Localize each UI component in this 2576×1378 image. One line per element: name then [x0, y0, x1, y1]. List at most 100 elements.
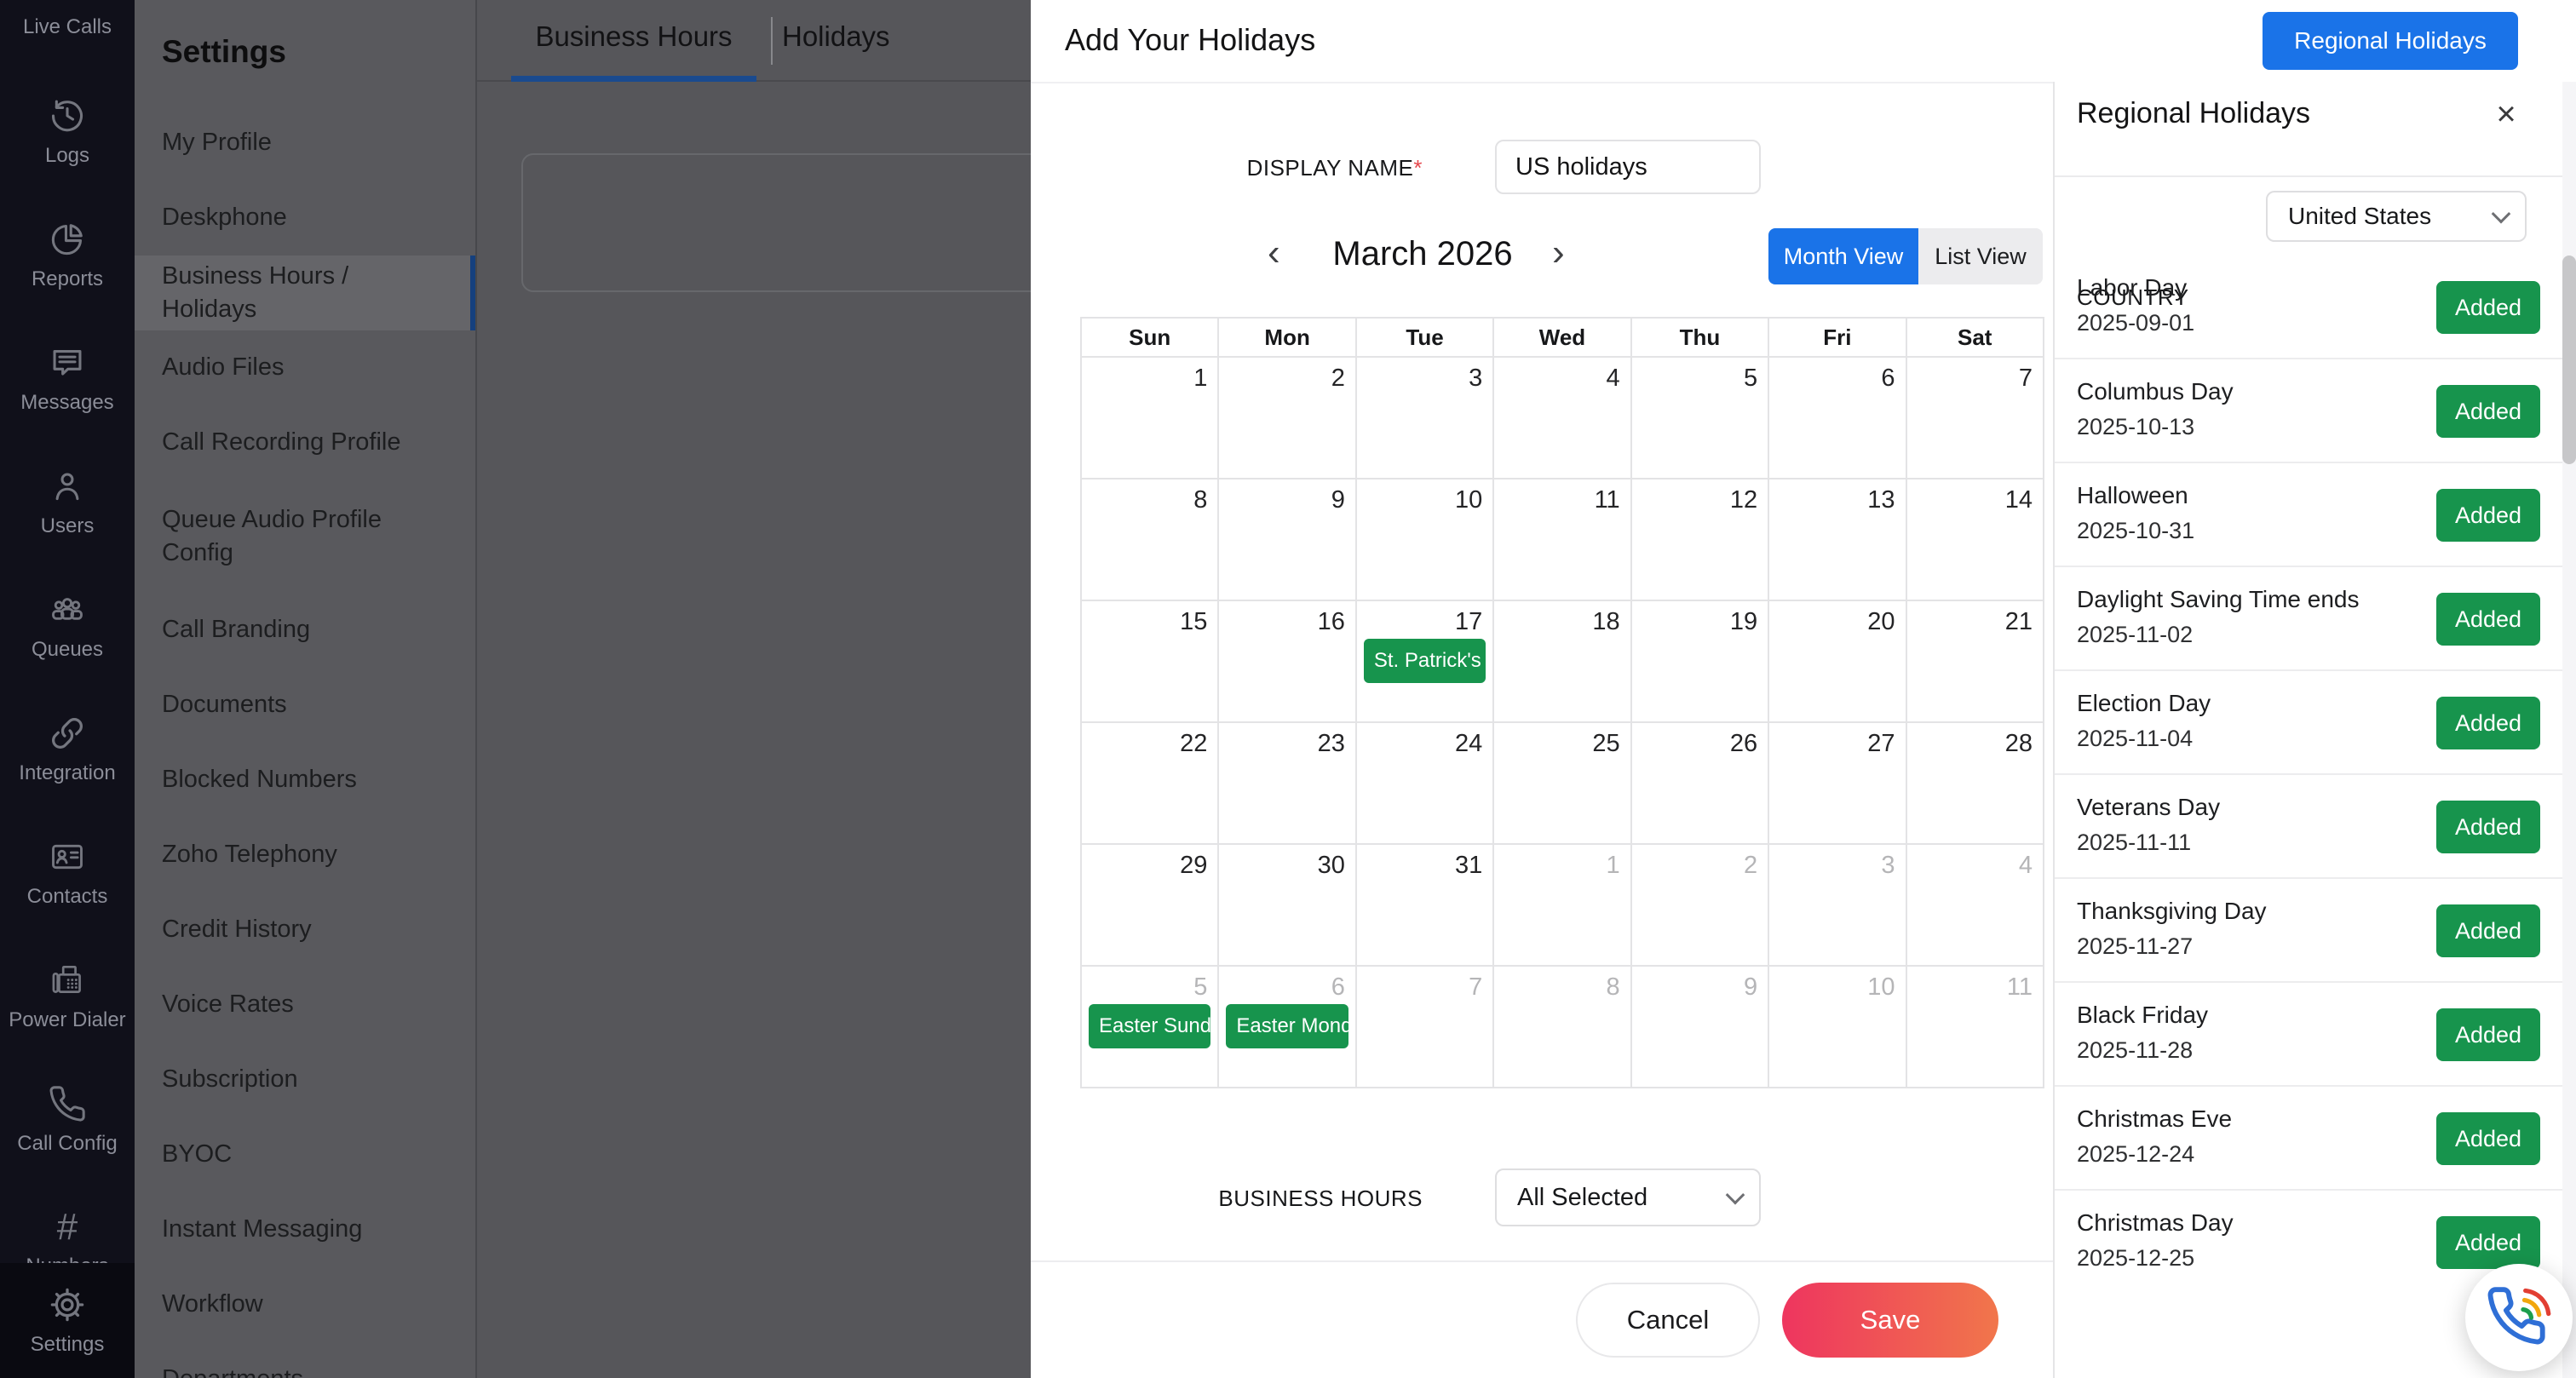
- panel-scrollbar-thumb[interactable]: [2562, 256, 2576, 464]
- added-button[interactable]: Added: [2436, 697, 2540, 749]
- added-button[interactable]: Added: [2436, 1008, 2540, 1061]
- settings-menu-item-call-recording-profile[interactable]: Call Recording Profile: [135, 405, 477, 480]
- settings-menu-item-instant-messaging[interactable]: Instant Messaging: [135, 1192, 477, 1267]
- calendar-cell[interactable]: 1: [1082, 358, 1219, 479]
- sidebar-item-live-calls[interactable]: Live Calls: [0, 7, 135, 48]
- calendar-cell[interactable]: 25: [1494, 723, 1631, 845]
- calendar-cell[interactable]: 10: [1357, 479, 1494, 601]
- settings-menu-item-blocked-numbers[interactable]: Blocked Numbers: [135, 743, 477, 818]
- sidebar-item-users[interactable]: Users: [0, 440, 135, 564]
- added-button[interactable]: Added: [2436, 801, 2540, 853]
- calendar-cell[interactable]: 5: [1632, 358, 1769, 479]
- added-button[interactable]: Added: [2436, 489, 2540, 542]
- holiday-list: Labor Day2025-09-01AddedColumbus Day2025…: [2055, 256, 2576, 1274]
- settings-menu-item-business-hours-holidays[interactable]: Business Hours / Holidays: [135, 256, 477, 330]
- settings-menu-item-voice-rates[interactable]: Voice Rates: [135, 967, 477, 1042]
- calendar-cell[interactable]: 18: [1494, 601, 1631, 723]
- calendar-cell[interactable]: 28: [1907, 723, 2044, 845]
- sidebar-item-settings[interactable]: Settings: [0, 1263, 135, 1378]
- list-view-button[interactable]: List View: [1918, 228, 2043, 284]
- calendar-cell[interactable]: 11: [1494, 479, 1631, 601]
- calendar-cell[interactable]: 3: [1357, 358, 1494, 479]
- calendar-cell[interactable]: 27: [1769, 723, 1906, 845]
- settings-menu-item-credit-history[interactable]: Credit History: [135, 893, 477, 967]
- calendar-cell[interactable]: 7: [1357, 967, 1494, 1088]
- holiday-badge[interactable]: Easter Monday: [1226, 1004, 1348, 1048]
- holiday-badge[interactable]: St. Patrick's: [1364, 639, 1486, 683]
- calendar-cell[interactable]: 26: [1632, 723, 1769, 845]
- cancel-button[interactable]: Cancel: [1576, 1283, 1760, 1358]
- settings-menu-item-queue-audio-profile-config[interactable]: Queue Audio Profile Config: [135, 480, 477, 593]
- calendar-cell[interactable]: 4: [1494, 358, 1631, 479]
- display-name-input[interactable]: [1495, 140, 1761, 194]
- month-view-button[interactable]: Month View: [1768, 228, 1918, 284]
- calendar-cell[interactable]: 17St. Patrick's: [1357, 601, 1494, 723]
- settings-menu-item-departments[interactable]: Departments: [135, 1342, 477, 1378]
- settings-menu-item-my-profile[interactable]: My Profile: [135, 106, 477, 181]
- calendar-cell[interactable]: 20: [1769, 601, 1906, 723]
- calendar-cell[interactable]: 12: [1632, 479, 1769, 601]
- calendar-cell[interactable]: 31: [1357, 845, 1494, 967]
- calendar-cell[interactable]: 5Easter Sunday: [1082, 967, 1219, 1088]
- calendar-cell[interactable]: 2: [1632, 845, 1769, 967]
- calendar-cell[interactable]: 19: [1632, 601, 1769, 723]
- calendar-cell[interactable]: 24: [1357, 723, 1494, 845]
- added-button[interactable]: Added: [2436, 1112, 2540, 1165]
- save-button[interactable]: Save: [1782, 1283, 1998, 1358]
- calendar-cell[interactable]: 21: [1907, 601, 2044, 723]
- calendar-cell[interactable]: 2: [1219, 358, 1356, 479]
- calendar-cell[interactable]: 22: [1082, 723, 1219, 845]
- sidebar-item-logs[interactable]: Logs: [0, 70, 135, 193]
- tab-holidays[interactable]: Holidays: [782, 20, 884, 53]
- calendar-cell[interactable]: 8: [1494, 967, 1631, 1088]
- calendar-cell[interactable]: 23: [1219, 723, 1356, 845]
- calendar-cell[interactable]: 6Easter Monday: [1219, 967, 1356, 1088]
- regional-holidays-button[interactable]: Regional Holidays: [2263, 12, 2518, 70]
- settings-menu-item-workflow[interactable]: Workflow: [135, 1267, 477, 1342]
- calendar-cell[interactable]: 1: [1494, 845, 1631, 967]
- settings-menu-item-audio-files[interactable]: Audio Files: [135, 330, 477, 405]
- settings-menu-item-subscription[interactable]: Subscription: [135, 1042, 477, 1117]
- added-button[interactable]: Added: [2436, 385, 2540, 438]
- settings-menu-item-documents[interactable]: Documents: [135, 668, 477, 743]
- calendar-cell[interactable]: 9: [1632, 967, 1769, 1088]
- calendar-cell[interactable]: 30: [1219, 845, 1356, 967]
- calendar-cell[interactable]: 16: [1219, 601, 1356, 723]
- fax-icon: [48, 961, 87, 1000]
- calendar-cell[interactable]: 6: [1769, 358, 1906, 479]
- calendar-cell[interactable]: 7: [1907, 358, 2044, 479]
- calendar-cell[interactable]: 14: [1907, 479, 2044, 601]
- country-select[interactable]: United States: [2266, 191, 2527, 242]
- calendar-next-icon[interactable]: ›: [1552, 232, 1565, 274]
- calendar-cell[interactable]: 29: [1082, 845, 1219, 967]
- added-button[interactable]: Added: [2436, 281, 2540, 334]
- settings-menu-item-call-branding[interactable]: Call Branding: [135, 593, 477, 668]
- sidebar-item-reports[interactable]: Reports: [0, 193, 135, 317]
- sidebar-item-contacts[interactable]: Contacts: [0, 811, 135, 934]
- sidebar-item-call-config[interactable]: Call Config: [0, 1058, 135, 1181]
- calendar-cell[interactable]: 9: [1219, 479, 1356, 601]
- calendar-cell[interactable]: 13: [1769, 479, 1906, 601]
- voice-phone-fab[interactable]: [2465, 1264, 2573, 1371]
- calendar-cell[interactable]: 15: [1082, 601, 1219, 723]
- settings-menu-item-deskphone[interactable]: Deskphone: [135, 181, 477, 256]
- sidebar-item-power-dialer[interactable]: Power Dialer: [0, 934, 135, 1058]
- calendar-cell[interactable]: 4: [1907, 845, 2044, 967]
- added-button[interactable]: Added: [2436, 1216, 2540, 1269]
- settings-menu-item-byoc[interactable]: BYOC: [135, 1117, 477, 1192]
- close-icon[interactable]: ×: [2486, 94, 2527, 135]
- calendar-cell[interactable]: 10: [1769, 967, 1906, 1088]
- added-button[interactable]: Added: [2436, 904, 2540, 957]
- holiday-badge[interactable]: Easter Sunday: [1089, 1004, 1210, 1048]
- sidebar-item-messages[interactable]: Messages: [0, 317, 135, 440]
- sidebar-item-integration[interactable]: Integration: [0, 687, 135, 811]
- calendar-cell[interactable]: 3: [1769, 845, 1906, 967]
- calendar-cell[interactable]: 11: [1907, 967, 2044, 1088]
- settings-menu-item-zoho-telephony[interactable]: Zoho Telephony: [135, 818, 477, 893]
- sidebar-item-queues[interactable]: Queues: [0, 564, 135, 687]
- tab-business-hours[interactable]: Business Hours: [511, 20, 756, 53]
- calendar-prev-icon[interactable]: ‹: [1268, 232, 1280, 274]
- added-button[interactable]: Added: [2436, 593, 2540, 646]
- business-hours-select[interactable]: All Selected: [1495, 1168, 1761, 1226]
- calendar-cell[interactable]: 8: [1082, 479, 1219, 601]
